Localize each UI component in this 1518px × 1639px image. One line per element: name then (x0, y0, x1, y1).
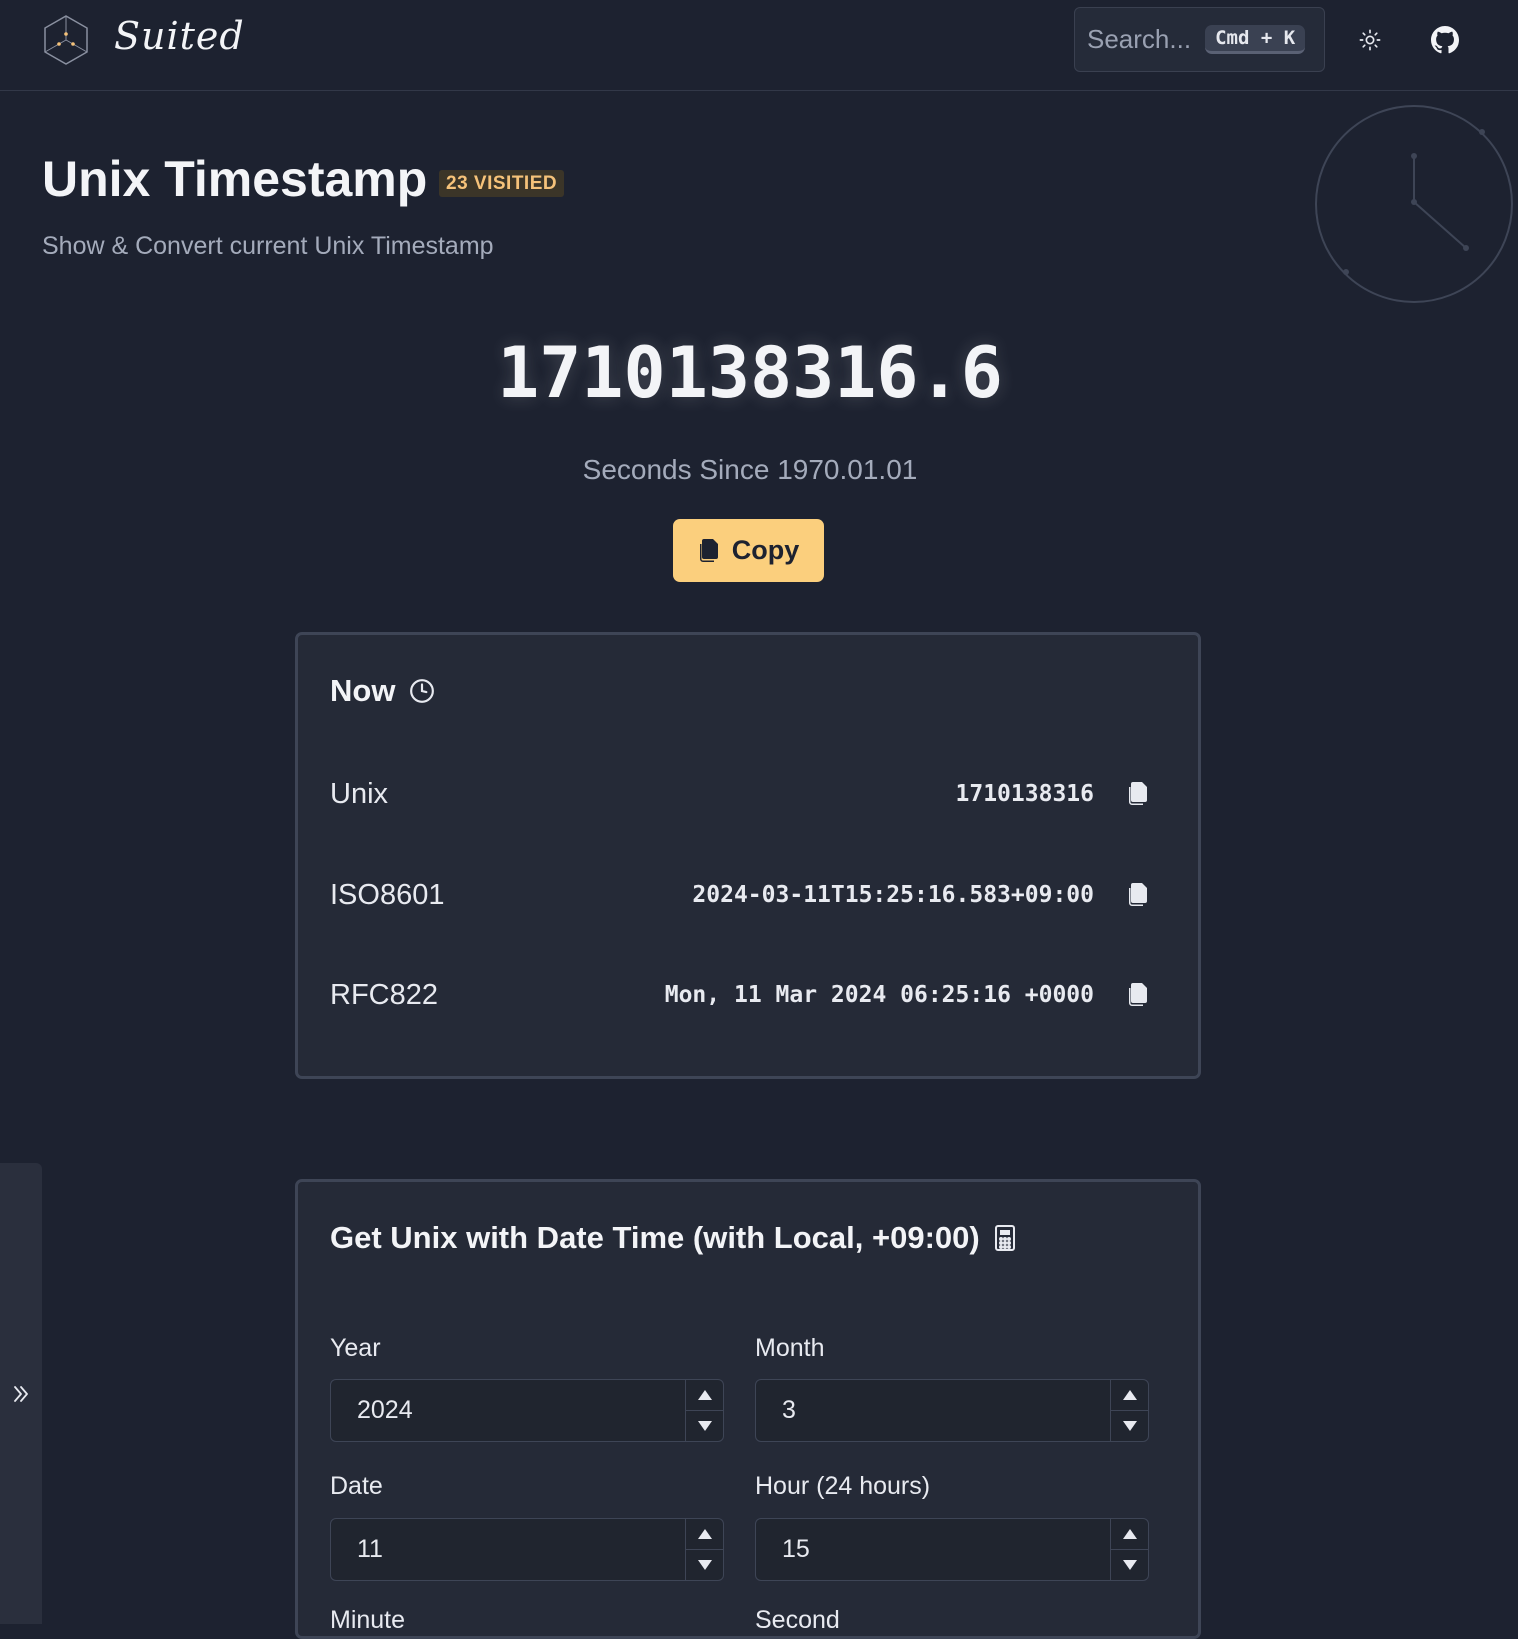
copy-icon (1129, 782, 1147, 805)
copy-rfc822-button[interactable] (1124, 981, 1150, 1009)
caret-down-icon (697, 1560, 712, 1570)
chevrons-right-icon (14, 1385, 28, 1402)
decrement-button[interactable] (1111, 1410, 1148, 1441)
visited-badge: 23 VISITIED (439, 170, 565, 197)
now-card: Now Unix 1710138316 ISO8601 2024-03-11T1… (295, 632, 1201, 1079)
hour-label: Hour (24 hours) (755, 1472, 931, 1500)
now-row-rfc822: RFC822 Mon, 11 Mar 2024 06:25:16 +0000 (330, 975, 1150, 1015)
hour-spinner (1110, 1519, 1148, 1580)
caret-down-icon (697, 1421, 712, 1431)
copy-icon (1129, 983, 1147, 1006)
copy-icon (1129, 883, 1147, 906)
get-unix-card: Get Unix with Date Time (with Local, +09… (295, 1179, 1201, 1639)
copy-iso8601-button[interactable] (1124, 881, 1150, 909)
hour-input[interactable]: 15 (755, 1518, 1149, 1581)
copy-button-label: Copy (731, 535, 800, 565)
date-label: Date (330, 1472, 383, 1500)
row-label: Unix (330, 777, 389, 810)
github-icon (1431, 26, 1459, 54)
year-value: 2024 (357, 1396, 413, 1424)
caret-up-icon (1122, 1390, 1137, 1400)
now-card-title: Now (330, 673, 435, 709)
minute-label: Minute (330, 1606, 406, 1634)
date-input[interactable]: 11 (330, 1518, 724, 1581)
brand-name[interactable]: Suited (114, 14, 245, 58)
since-label: Seconds Since 1970.01.01 (582, 454, 918, 485)
copy-timestamp-button[interactable]: Copy (673, 519, 824, 582)
calculator-icon (994, 1225, 1015, 1251)
github-link[interactable] (1427, 22, 1463, 58)
caret-down-icon (1122, 1421, 1137, 1431)
caret-up-icon (697, 1529, 712, 1539)
month-spinner (1110, 1380, 1148, 1441)
caret-up-icon (697, 1390, 712, 1400)
sidebar-expand-button[interactable] (0, 1163, 42, 1624)
date-spinner (685, 1519, 723, 1580)
date-value: 11 (357, 1535, 383, 1563)
now-title-text: Now (330, 673, 396, 708)
theme-toggle-button[interactable] (1352, 22, 1388, 58)
page-subtitle: Show & Convert current Unix Timestamp (42, 232, 494, 260)
sun-icon (1359, 29, 1381, 51)
get-unix-title-text: Get Unix with Date Time (with Local, +09… (330, 1220, 980, 1255)
year-input[interactable]: 2024 (330, 1379, 724, 1442)
top-header: Suited Search... Cmd + K (0, 0, 1518, 91)
row-value: 1710138316 (955, 781, 1094, 807)
page-title: Unix Timestamp (42, 151, 428, 207)
now-row-iso8601: ISO8601 2024-03-11T15:25:16.583+09:00 (330, 875, 1150, 915)
copy-icon (699, 538, 718, 562)
increment-button[interactable] (1111, 1380, 1148, 1410)
cube-logo-icon[interactable] (42, 14, 90, 66)
second-label: Second (755, 1606, 840, 1634)
copy-unix-button[interactable] (1124, 780, 1150, 808)
caret-up-icon (1122, 1529, 1137, 1539)
search-shortcut-kbd: Cmd + K (1205, 25, 1306, 54)
decrement-button[interactable] (1111, 1549, 1148, 1580)
row-value: Mon, 11 Mar 2024 06:25:16 +0000 (664, 982, 1094, 1008)
search-placeholder: Search... (1087, 24, 1192, 54)
increment-button[interactable] (686, 1519, 723, 1549)
month-label: Month (755, 1334, 825, 1362)
decrement-button[interactable] (686, 1549, 723, 1580)
now-row-unix: Unix 1710138316 (330, 774, 1150, 814)
clock-icon (410, 679, 435, 703)
current-timestamp: 1710138316.6 (497, 332, 1003, 414)
hour-value: 15 (782, 1535, 810, 1563)
search-button[interactable]: Search... Cmd + K (1074, 7, 1325, 72)
clock-decoration-icon (1315, 105, 1513, 303)
decrement-button[interactable] (686, 1410, 723, 1441)
increment-button[interactable] (1111, 1519, 1148, 1549)
get-unix-card-title: Get Unix with Date Time (with Local, +09… (330, 1220, 1016, 1256)
month-input[interactable]: 3 (755, 1379, 1149, 1442)
month-value: 3 (782, 1396, 796, 1424)
caret-down-icon (1122, 1560, 1137, 1570)
row-label: RFC822 (330, 978, 438, 1011)
year-spinner (685, 1380, 723, 1441)
year-label: Year (330, 1334, 381, 1362)
row-label: ISO8601 (330, 878, 445, 911)
increment-button[interactable] (686, 1380, 723, 1410)
row-value: 2024-03-11T15:25:16.583+09:00 (692, 882, 1094, 908)
